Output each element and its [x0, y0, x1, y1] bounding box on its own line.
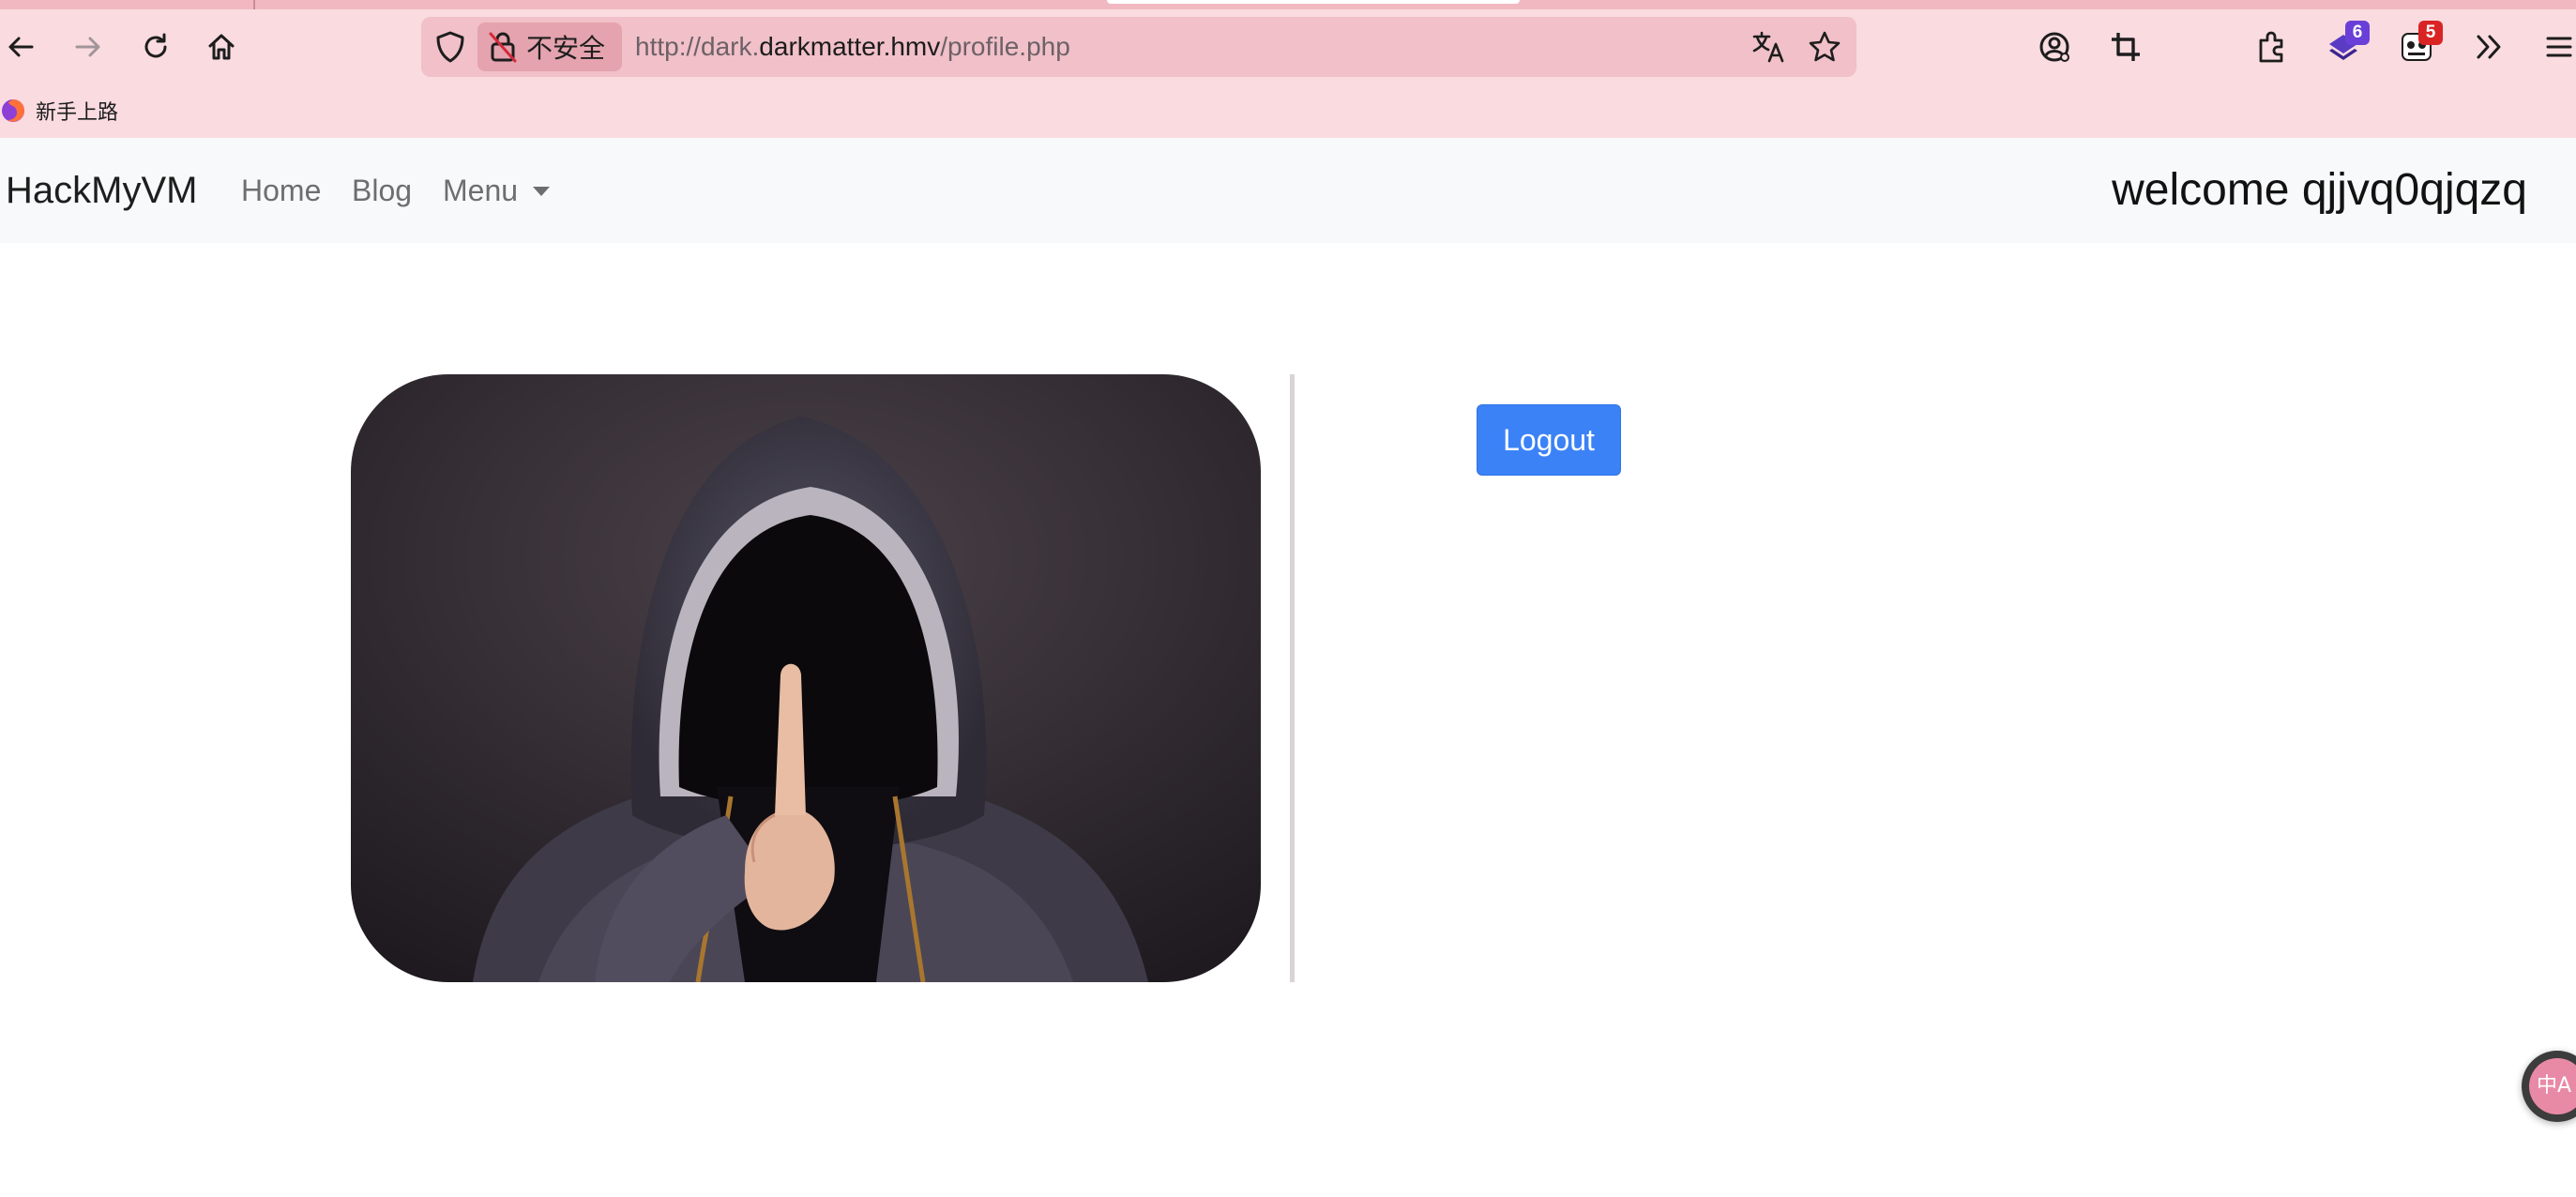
extension-badge-1: 6: [2345, 21, 2370, 45]
bookmark-label: 新手上路: [36, 101, 119, 125]
shield-icon: [436, 31, 464, 63]
back-icon: [8, 37, 34, 57]
reload-icon: [144, 33, 167, 58]
site-navbar: HackMyVM Home Blog Menu welcome qjjvq0qj…: [0, 138, 2576, 243]
security-label: 不安全: [526, 33, 606, 64]
profile-image: [351, 374, 1261, 982]
account-button[interactable]: [2028, 21, 2081, 73]
home-icon: [208, 34, 235, 60]
welcome-message: welcome qjjvq0qjqzq: [2112, 165, 2527, 215]
url-text[interactable]: http://dark.darkmatter.hmv/profile.php: [635, 17, 1070, 77]
url-scheme: http://dark.: [635, 32, 760, 61]
app-menu-button[interactable]: [2533, 21, 2576, 73]
insecure-lock-icon: [489, 32, 517, 63]
navbar-brand[interactable]: HackMyVM: [6, 138, 197, 243]
bookmark-star-icon: [1809, 31, 1841, 62]
forward-button[interactable]: [62, 21, 114, 73]
nav-link-blog[interactable]: Blog: [352, 138, 412, 243]
extensions-button[interactable]: [2246, 21, 2298, 73]
bookmark-item[interactable]: 新手上路: [0, 86, 118, 135]
extensions-icon: [2259, 31, 2283, 63]
extension-badge-2: 5: [2418, 21, 2443, 45]
floating-translate-button[interactable]: 中A: [2522, 1051, 2576, 1122]
floating-translate-icon: 中A: [2529, 1058, 2576, 1114]
logout-button[interactable]: Logout: [1477, 404, 1621, 476]
tracking-protection-button[interactable]: [434, 30, 466, 68]
forward-icon: [75, 37, 100, 57]
overflow-chevron-icon: [2477, 35, 2501, 59]
back-button[interactable]: [0, 21, 47, 73]
active-tab[interactable]: [1107, 0, 1520, 4]
screenshot-crop-icon: [2112, 33, 2140, 61]
nav-link-menu[interactable]: Menu: [443, 138, 518, 243]
hooded-figure-illustration: [351, 374, 1261, 982]
overflow-button[interactable]: [2463, 21, 2516, 73]
extension-button-2[interactable]: 5: [2390, 21, 2443, 73]
reload-button[interactable]: [129, 21, 182, 73]
menu-icon: [2546, 37, 2572, 57]
translate-icon: [1752, 31, 1784, 63]
site-security-indicator[interactable]: 不安全: [477, 23, 622, 71]
url-bar[interactable]: 不安全 http://dark.darkmatter.hmv/profile.p…: [421, 17, 1856, 77]
tab-divider: [253, 0, 255, 9]
firefox-icon: [2, 99, 24, 122]
home-button[interactable]: [195, 21, 248, 73]
translate-page-button[interactable]: [1751, 30, 1785, 68]
screenshot-button[interactable]: [2099, 21, 2152, 73]
vertical-divider: [1290, 374, 1295, 982]
chevron-down-icon: [533, 187, 550, 196]
extension-button-1[interactable]: 6: [2317, 21, 2370, 73]
url-path: /profile.php: [940, 32, 1070, 61]
account-icon: [2039, 32, 2069, 62]
url-host: darkmatter.hmv: [759, 32, 941, 61]
bookmark-button[interactable]: [1808, 30, 1841, 68]
nav-link-home[interactable]: Home: [241, 138, 321, 243]
browser-chrome: 不安全 http://dark.darkmatter.hmv/profile.p…: [0, 0, 2576, 138]
